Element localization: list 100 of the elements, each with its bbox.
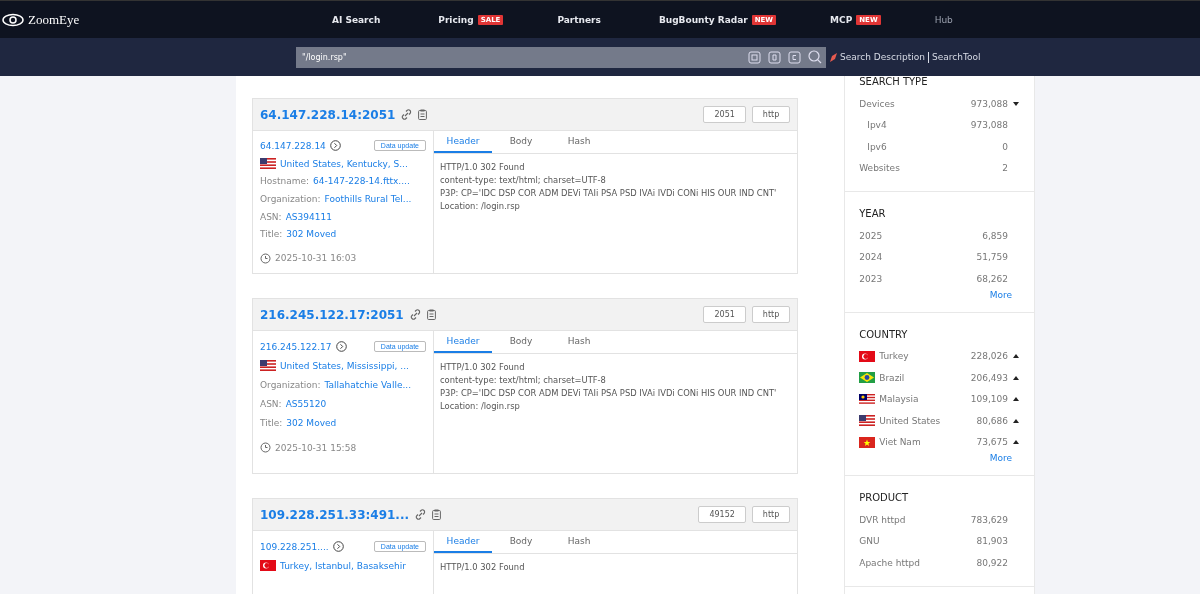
- search-box[interactable]: "/login.rsp": [296, 46, 826, 68]
- caret-icon[interactable]: [1013, 375, 1019, 380]
- field-value[interactable]: Foothills Rural Tel...: [324, 194, 412, 204]
- facet-label[interactable]: Viet Nam: [879, 437, 973, 448]
- arrow-circle-icon[interactable]: [335, 341, 347, 352]
- ip-link[interactable]: 64.147.228.14: [260, 140, 326, 151]
- field-label: Title:: [260, 417, 283, 428]
- protocol-tag[interactable]: http: [751, 306, 791, 323]
- field-label: Organization:: [260, 194, 321, 204]
- facet-label[interactable]: United States: [879, 415, 973, 426]
- field-value[interactable]: 302 Moved: [286, 229, 337, 240]
- facet-count: 81,903: [976, 536, 1008, 547]
- ip-link[interactable]: 109.228.251....: [260, 541, 329, 552]
- result-address[interactable]: 64.147.228.14:2051: [260, 107, 396, 122]
- tab[interactable]: Body: [492, 531, 550, 553]
- pencil-icon: [830, 52, 837, 62]
- nav-link[interactable]: AI Search: [332, 14, 381, 25]
- field-label: ASN:: [260, 211, 282, 222]
- port-tag[interactable]: 2051: [703, 106, 746, 123]
- port-tag[interactable]: 49152: [698, 506, 746, 523]
- facet-label[interactable]: Ipv4: [867, 120, 967, 131]
- tab[interactable]: Hash: [550, 531, 608, 553]
- location-link[interactable]: Turkey, Istanbul, Basaksehir: [280, 560, 406, 571]
- arrow-circle-icon[interactable]: [329, 140, 341, 152]
- nav-link[interactable]: MCP: [830, 14, 853, 25]
- nav-link[interactable]: Hub: [934, 14, 953, 25]
- more-link[interactable]: More: [859, 453, 1020, 463]
- protocol-tag[interactable]: http: [751, 106, 791, 123]
- facet-label[interactable]: Devices: [859, 98, 967, 109]
- header-line: HTTP/1.0 302 Found: [440, 361, 526, 374]
- link-icon[interactable]: [401, 109, 413, 120]
- clipboard-icon[interactable]: [426, 309, 436, 320]
- location-link[interactable]: United States, Kentucky, S...: [280, 158, 408, 169]
- facet-count: 80,922: [976, 557, 1008, 568]
- header-line: Location: /login.rsp: [440, 400, 521, 413]
- eye-logo-icon: [2, 12, 24, 27]
- search-link[interactable]: SearchTool: [932, 52, 981, 62]
- tab[interactable]: Hash: [550, 331, 608, 353]
- caret-icon[interactable]: [1013, 418, 1019, 423]
- facet-count: 783,629: [970, 514, 1008, 525]
- field-value[interactable]: 64-147-228-14.fttx....: [313, 176, 410, 187]
- facet-label[interactable]: 2023: [859, 273, 973, 284]
- result-address[interactable]: 216.245.122.17:2051: [260, 307, 404, 322]
- facet-label[interactable]: Websites: [859, 163, 999, 174]
- facet-title: COUNTRY: [859, 327, 909, 342]
- tab[interactable]: Header: [434, 531, 492, 553]
- tab[interactable]: Body: [492, 131, 550, 153]
- timestamp: 2025-10-31 16:03: [275, 253, 357, 264]
- caret-icon[interactable]: [1013, 101, 1019, 106]
- facet-label[interactable]: Turkey: [879, 351, 967, 362]
- nav-link[interactable]: Pricing: [438, 14, 474, 25]
- caret-icon[interactable]: [1013, 440, 1019, 445]
- facet-label[interactable]: Ipv6: [867, 141, 999, 152]
- facet-label[interactable]: Malaysia: [879, 394, 967, 405]
- caret-icon[interactable]: [1013, 354, 1019, 359]
- facet-label[interactable]: Apache httpd: [859, 557, 973, 568]
- more-link[interactable]: More: [859, 289, 1020, 300]
- brand-name[interactable]: ZoomEye: [28, 11, 80, 28]
- link-icon[interactable]: [409, 309, 421, 320]
- facet-label[interactable]: GNU: [859, 536, 973, 547]
- facet-label[interactable]: 2025: [859, 230, 979, 241]
- clock-icon: [260, 252, 271, 264]
- facet-count: 206,493: [970, 372, 1008, 383]
- ip-link[interactable]: 216.245.122.17: [260, 341, 332, 352]
- caret-icon[interactable]: [1013, 397, 1019, 402]
- facet-count: 80,686: [976, 415, 1008, 426]
- clipboard-icon[interactable]: [432, 509, 442, 520]
- facet-label[interactable]: DVR httpd: [859, 514, 967, 525]
- protocol-tag[interactable]: http: [751, 506, 791, 523]
- search-field[interactable]: "/login.rsp": [300, 46, 748, 68]
- result-address[interactable]: 109.228.251.33:491...: [260, 507, 410, 522]
- search-icon[interactable]: [808, 50, 822, 64]
- facet-count: 73,675: [976, 437, 1008, 448]
- field-value[interactable]: Tallahatchie Valle...: [324, 379, 411, 390]
- field-value[interactable]: AS394111: [285, 211, 332, 222]
- tab[interactable]: Header: [434, 131, 492, 153]
- facet-title: YEAR: [859, 207, 887, 221]
- nav-link[interactable]: BugBounty Radar: [658, 14, 748, 25]
- port-tag[interactable]: 2051: [703, 306, 746, 323]
- tab[interactable]: Body: [492, 331, 550, 353]
- facet-label[interactable]: Brazil: [879, 372, 967, 383]
- tab[interactable]: Hash: [550, 131, 608, 153]
- field-value[interactable]: AS55120: [285, 398, 327, 409]
- tab[interactable]: Header: [434, 331, 492, 353]
- field-value[interactable]: 302 Moved: [286, 417, 337, 428]
- facet-count: 2: [1002, 163, 1008, 174]
- facet-count: 109,109: [970, 394, 1008, 405]
- code-search-icon[interactable]: [788, 50, 801, 64]
- facet-label[interactable]: 2024: [859, 252, 973, 263]
- search-link[interactable]: Search Description: [840, 52, 926, 62]
- clipboard-icon[interactable]: [418, 109, 428, 120]
- header-line: HTTP/1.0 302 Found: [440, 161, 526, 174]
- field-label: ASN:: [260, 398, 282, 409]
- arrow-circle-icon[interactable]: [332, 541, 344, 552]
- nav-link[interactable]: Partners: [557, 14, 601, 25]
- header-line: HTTP/1.0 302 Found: [440, 561, 526, 574]
- field-label: Hostname:: [260, 176, 310, 187]
- timestamp: 2025-10-31 15:58: [275, 442, 357, 453]
- link-icon[interactable]: [415, 509, 427, 520]
- location-link[interactable]: United States, Mississippi, ...: [280, 360, 409, 371]
